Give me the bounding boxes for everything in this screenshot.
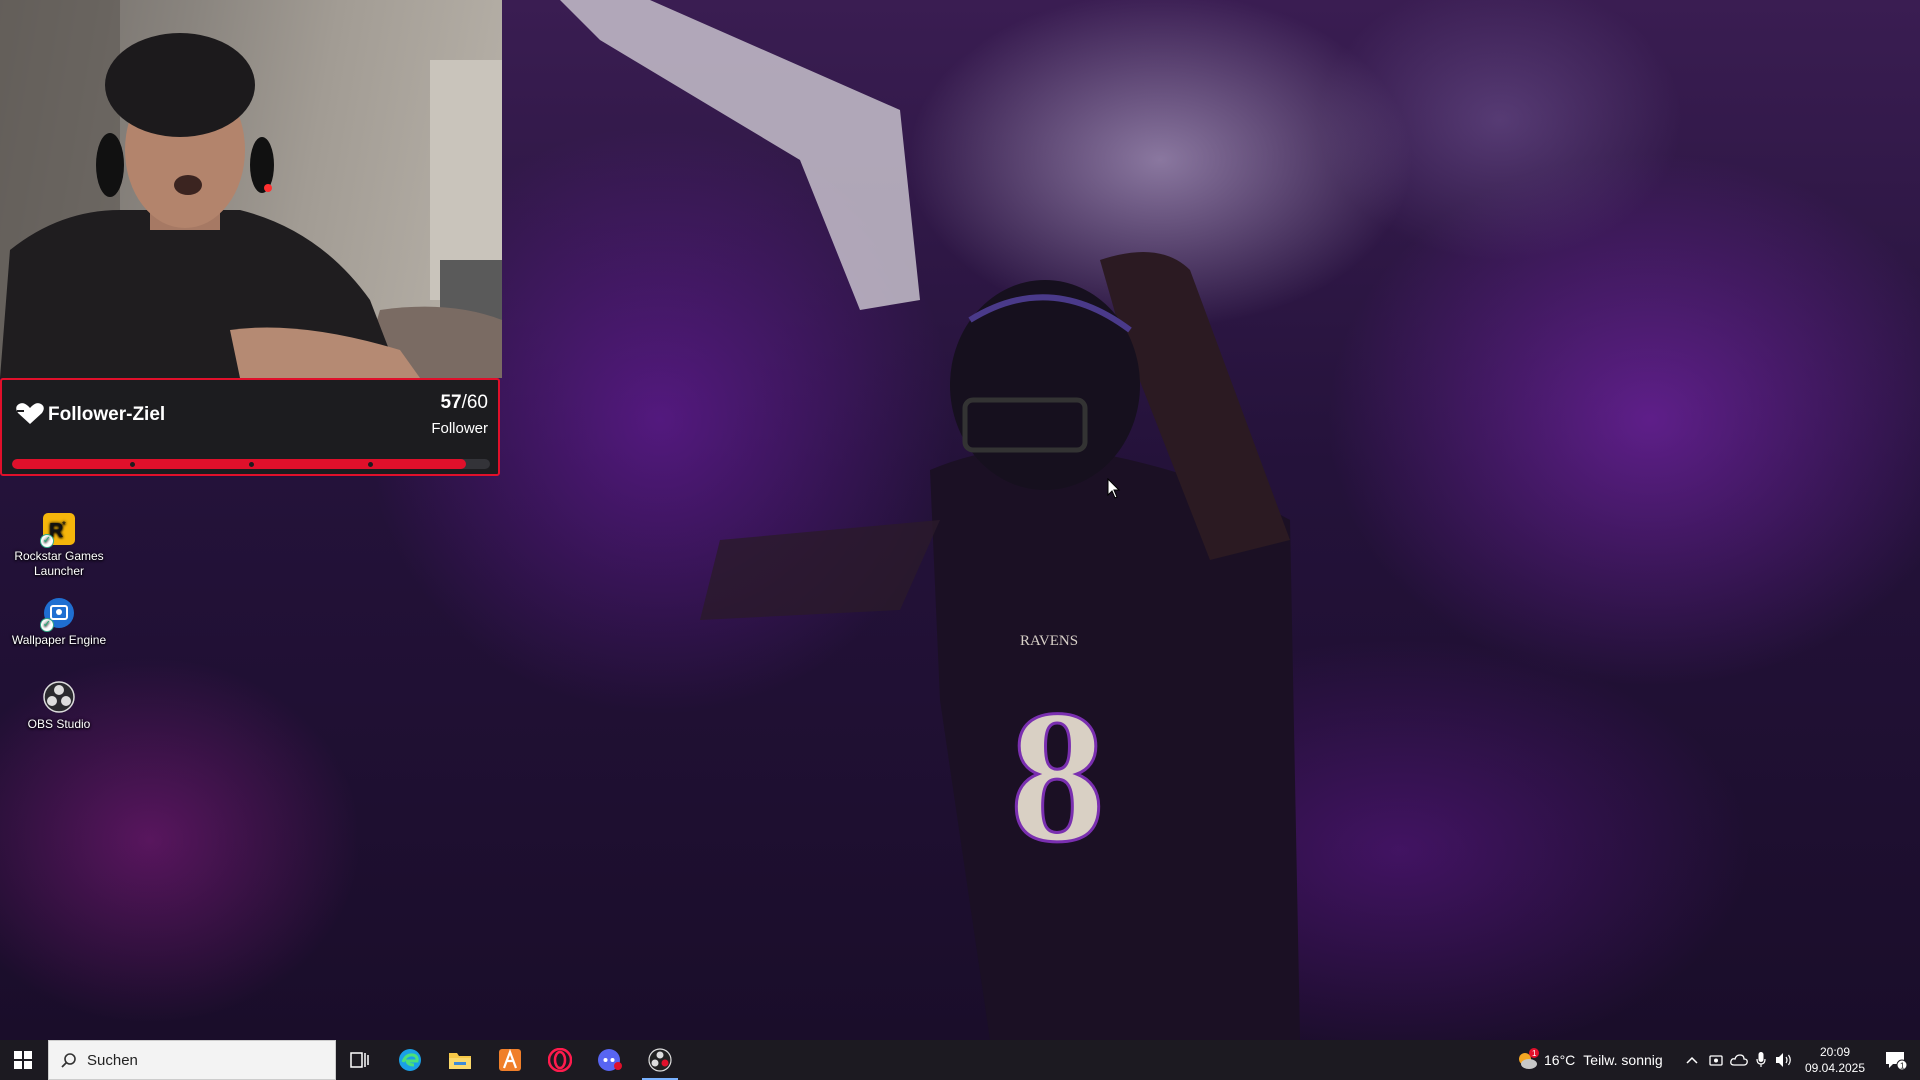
follower-goal-progress-bar (12, 459, 490, 469)
wallpaper-engine-icon: ✓ (40, 596, 76, 632)
follower-goal-total: /60 (461, 392, 488, 413)
app-a-icon (499, 1048, 521, 1071)
task-view-button[interactable] (336, 1040, 384, 1080)
microphone-tray-icon[interactable] (1752, 1040, 1770, 1080)
desktop-icon-label: Wallpaper Engine (11, 633, 107, 647)
weather-temperature: 16°C (1544, 1052, 1576, 1068)
tray-app-icon[interactable] (1706, 1040, 1726, 1080)
rockstar-icon: R * ✓ (40, 512, 76, 548)
search-icon (61, 1053, 76, 1068)
microphone-icon (1756, 1052, 1766, 1067)
search-placeholder: Suchen (87, 1051, 138, 1069)
follower-goal-progress-fill (12, 459, 467, 469)
clock-time: 20:09 (1819, 1045, 1851, 1059)
follower-goal-unit: Follower (431, 420, 488, 437)
taskbar-app-opera[interactable] (536, 1040, 584, 1080)
progress-tick (368, 462, 373, 467)
notification-icon: 1 (1886, 1052, 1907, 1071)
progress-tick (130, 462, 135, 467)
weather-widget-icon-area[interactable]: 1 (1512, 1040, 1542, 1080)
show-hidden-icons-button[interactable] (1682, 1040, 1702, 1080)
file-explorer-icon (449, 1053, 471, 1069)
follower-goal-count: 57/60 (440, 392, 488, 414)
task-view-icon (350, 1052, 369, 1068)
jersey-team-text: RAVENS (1020, 633, 1078, 649)
progress-tick (249, 462, 254, 467)
follower-goal-widget: Follower-Ziel 57/60 Follower (0, 378, 500, 476)
taskbar-app-obs[interactable] (636, 1040, 684, 1080)
windows-logo-icon (14, 1051, 32, 1069)
action-center-button[interactable]: 1 (1876, 1040, 1916, 1080)
volume-tray-icon[interactable] (1772, 1040, 1796, 1080)
webcam-overlay (0, 0, 502, 378)
obs-icon (648, 1048, 672, 1072)
follower-goal-title: Follower-Ziel (48, 404, 166, 425)
weather-widget[interactable]: 16°C Teilw. sonnig (1544, 1040, 1668, 1080)
weather-badge-count: 1 (1532, 1049, 1537, 1058)
jersey-number-text: 8 (1010, 672, 1105, 882)
taskbar-clock[interactable]: 20:09 09.04.2025 (1800, 1040, 1870, 1080)
taskbar-app-a[interactable] (486, 1040, 534, 1080)
edge-icon (399, 1049, 421, 1071)
speaker-icon (1776, 1053, 1791, 1067)
taskbar: Suchen 1 16°C Teilw. sonnig 20:09 09.04.… (0, 1040, 1920, 1080)
desktop-icon-obs-studio[interactable]: OBS Studio (11, 680, 107, 732)
discord-icon (598, 1049, 622, 1071)
chevron-up-icon (1686, 1056, 1698, 1064)
notification-count: 1 (1900, 1062, 1905, 1071)
svg-text:*: * (62, 520, 66, 531)
follower-heart-icon (16, 403, 44, 424)
obs-icon (42, 680, 76, 714)
desktop-icon-wallpaper-engine[interactable]: ✓ Wallpaper Engine (11, 596, 107, 648)
taskbar-app-file-explorer[interactable] (436, 1040, 484, 1080)
desktop-icon-rockstar[interactable]: R * ✓ Rockstar Games Launcher (11, 512, 107, 579)
opera-icon (548, 1048, 572, 1072)
shortcut-check-icon: ✓ (40, 534, 54, 548)
clock-date: 09.04.2025 (1804, 1061, 1866, 1075)
follower-goal-current: 57 (440, 392, 462, 413)
desktop-icon-label: OBS Studio (27, 717, 91, 731)
weather-sun-cloud-icon: 1 (1519, 1048, 1539, 1069)
onedrive-tray-icon[interactable] (1728, 1040, 1750, 1080)
onedrive-cloud-icon (1730, 1054, 1748, 1066)
taskbar-app-discord[interactable] (586, 1040, 634, 1080)
taskbar-app-edge[interactable] (386, 1040, 434, 1080)
mouse-cursor-icon (1107, 478, 1121, 499)
meet-now-icon (1709, 1055, 1723, 1066)
weather-description: Teilw. sonnig (1583, 1052, 1663, 1068)
shortcut-check-icon: ✓ (40, 618, 54, 632)
desktop-icon-label: Rockstar Games Launcher (14, 549, 104, 578)
taskbar-search-box[interactable]: Suchen (48, 1040, 336, 1080)
start-button[interactable] (0, 1040, 46, 1080)
